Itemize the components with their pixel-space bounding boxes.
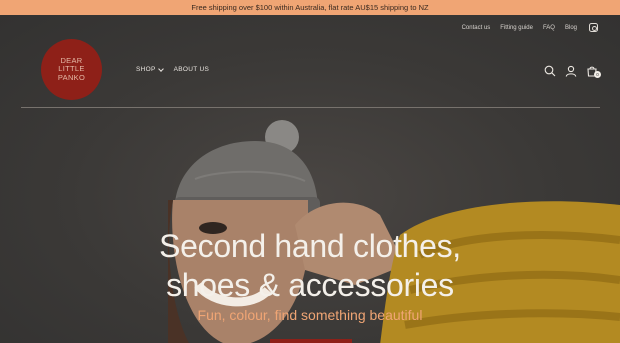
nav-shop-label: SHOP	[136, 66, 156, 73]
announcement-text: Free shipping over $100 within Australia…	[191, 3, 429, 12]
header-icons: 0	[544, 64, 601, 78]
header-divider	[21, 107, 600, 108]
cart-count-badge: 0	[594, 71, 601, 78]
search-icon[interactable]	[544, 64, 556, 77]
hero-headline-line2: shoes & accessories	[166, 267, 454, 303]
cart-icon[interactable]: 0	[586, 64, 601, 78]
account-icon[interactable]	[565, 64, 577, 77]
announcement-bar: Free shipping over $100 within Australia…	[0, 0, 620, 15]
utility-nav: Contact us Fitting guide FAQ Blog	[462, 23, 598, 32]
main-nav: SHOP ABOUT US	[136, 65, 210, 73]
chevron-down-icon	[157, 65, 164, 72]
hero-headline-line1: Second hand clothes,	[159, 228, 461, 264]
logo-text: DEAR LITTLE PANKO	[57, 55, 86, 82]
nav-about[interactable]: ABOUT US	[174, 66, 210, 73]
contact-link[interactable]: Contact us	[462, 25, 491, 31]
hero-subline: Fun, colour, find something beautiful	[197, 307, 423, 323]
nav-about-label: ABOUT US	[173, 66, 210, 73]
faq-link[interactable]: FAQ	[543, 25, 555, 31]
fitting-guide-link[interactable]: Fitting guide	[500, 25, 533, 31]
blog-link[interactable]: Blog	[565, 25, 577, 31]
hero-headline: Second hand clothes, shoes & accessories	[0, 227, 620, 305]
site-logo[interactable]: DEAR LITTLE PANKO	[41, 39, 102, 100]
nav-shop[interactable]: SHOP	[136, 65, 164, 73]
instagram-icon[interactable]	[589, 23, 598, 32]
hero-cta-button[interactable]	[270, 339, 352, 343]
